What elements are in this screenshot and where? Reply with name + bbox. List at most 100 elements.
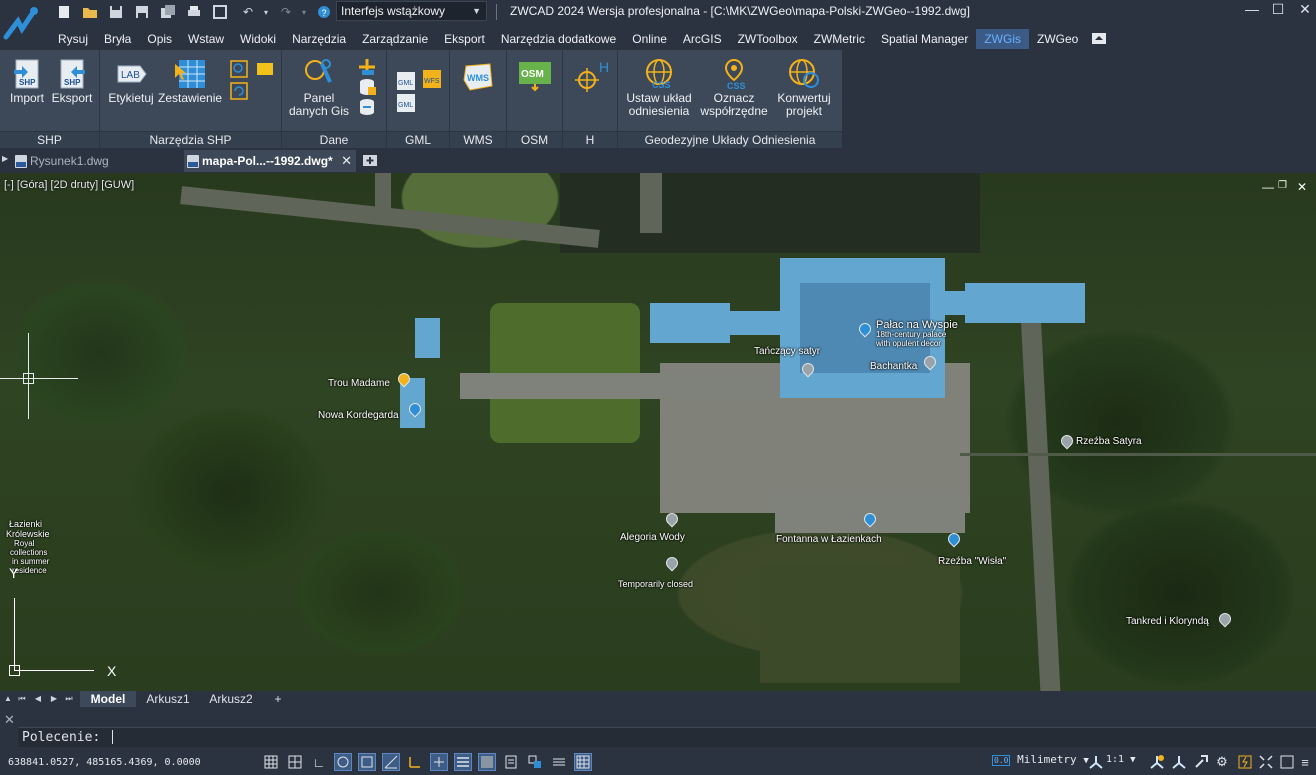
tab-model[interactable]: Model: [80, 691, 136, 707]
eksport-button[interactable]: SHP Eksport: [50, 58, 94, 105]
viewport-minimize-icon[interactable]: —: [1262, 180, 1274, 194]
annotation-scale-icon[interactable]: [1087, 753, 1105, 771]
menu-spatial-manager[interactable]: Spatial Manager: [873, 29, 976, 49]
menu-zwmetric[interactable]: ZWMetric: [806, 29, 873, 49]
clean-screen-icon[interactable]: [1278, 753, 1296, 771]
add-data-icon[interactable]: [358, 58, 376, 76]
settings-gear-icon[interactable]: ⚙: [1213, 753, 1231, 771]
customize-status-icon[interactable]: [574, 753, 592, 771]
oznacz-wspolrzedne-button[interactable]: CSS Oznacz współrzędne: [698, 58, 770, 118]
menu-zwgis[interactable]: ZWGis: [976, 29, 1029, 49]
undo-dropdown-icon[interactable]: ▾: [258, 4, 274, 20]
zoom-extents-icon[interactable]: [212, 4, 228, 20]
hardware-acceleration-icon[interactable]: [1236, 753, 1254, 771]
command-line[interactable]: Polecenie:: [18, 727, 1316, 747]
units-select[interactable]: 0.0 Milimetry ▼: [992, 753, 1089, 766]
gml-export-icon[interactable]: GML: [395, 92, 417, 114]
add-layout-button[interactable]: +: [264, 691, 292, 707]
workspace-select[interactable]: Interfejs wstążkowy ▼: [336, 1, 487, 21]
tab-arkusz2[interactable]: Arkusz2: [200, 691, 262, 707]
workspace-switch-icon[interactable]: [1192, 753, 1210, 771]
command-input-cursor[interactable]: [112, 730, 113, 744]
minimize-ribbon-icon[interactable]: [1092, 33, 1107, 44]
new-tab-icon[interactable]: [362, 153, 378, 167]
layout-scroll-up-icon[interactable]: ▲: [2, 693, 14, 705]
wfs-icon[interactable]: WFS: [421, 68, 443, 90]
object-snap-icon[interactable]: [358, 753, 376, 771]
panel-danych-gis-button[interactable]: Panel danych Gis: [286, 58, 352, 118]
close-command-icon[interactable]: ✕: [4, 712, 15, 728]
close-icon[interactable]: ✕: [1294, 0, 1316, 20]
konwertuj-projekt-button[interactable]: Konwertuj projekt: [772, 58, 836, 118]
save-all-icon[interactable]: [160, 4, 176, 20]
isolate-objects-icon[interactable]: [1257, 753, 1275, 771]
undo-icon[interactable]: ↶: [240, 4, 256, 20]
gml-import-icon[interactable]: GML: [395, 70, 417, 92]
object-snap-tracking-icon[interactable]: [382, 753, 400, 771]
menu-narzedzia-dodatkowe[interactable]: Narzędzia dodatkowe: [493, 29, 624, 49]
viewport-restore-icon[interactable]: ❐: [1278, 180, 1287, 191]
menu-bryla[interactable]: Bryła: [96, 29, 139, 49]
annotation-visibility-icon[interactable]: [1148, 753, 1166, 771]
menu-opis[interactable]: Opis: [139, 29, 180, 49]
tab-arkusz1[interactable]: Arkusz1: [138, 691, 198, 707]
lineweight-icon[interactable]: [454, 753, 472, 771]
redo-dropdown-icon[interactable]: ▾: [296, 4, 312, 20]
zwcad-logo-icon[interactable]: [2, 1, 46, 45]
menu-online[interactable]: Online: [624, 29, 675, 49]
etykietuj-button[interactable]: LAB Etykietuj: [106, 58, 156, 105]
annotation-scale-select[interactable]: 1:1 ▼: [1106, 754, 1136, 765]
refresh-selection-icon[interactable]: [230, 82, 248, 100]
last-layout-icon[interactable]: ⏭: [63, 693, 75, 705]
height-point-icon[interactable]: H: [571, 58, 611, 94]
next-layout-icon[interactable]: ▶: [48, 693, 60, 705]
first-layout-icon[interactable]: ⏮: [16, 693, 28, 705]
wms-icon[interactable]: WMS: [460, 62, 496, 92]
dynamic-input-icon[interactable]: [430, 753, 448, 771]
prev-layout-icon[interactable]: ◀: [32, 693, 44, 705]
database-icon[interactable]: [358, 78, 376, 96]
annotation-monitor-icon[interactable]: [550, 753, 568, 771]
menu-arcgis[interactable]: ArcGIS: [675, 29, 730, 49]
polar-tracking-icon[interactable]: [334, 753, 352, 771]
menu-narzedzia[interactable]: Narzędzia: [284, 29, 354, 49]
open-folder-icon[interactable]: [82, 4, 98, 20]
close-tab-icon[interactable]: ✕: [341, 150, 352, 172]
transparency-icon[interactable]: [478, 753, 496, 771]
help-icon[interactable]: ?: [316, 4, 332, 20]
new-file-icon[interactable]: [56, 4, 72, 20]
save-icon[interactable]: [108, 4, 124, 20]
selection-cycling-icon[interactable]: [526, 753, 544, 771]
osm-icon[interactable]: OSM: [517, 60, 553, 92]
tab-rysunek1[interactable]: Rysunek1.dwg: [12, 150, 182, 172]
drawing-canvas[interactable]: [-] [Góra] [2D druty] [GUW] — ❐ ✕ Trou M…: [0, 173, 1316, 691]
minimize-icon[interactable]: —: [1241, 0, 1263, 20]
viewport-close-icon[interactable]: ✕: [1297, 180, 1307, 194]
snap-grid-icon[interactable]: [262, 753, 280, 771]
save-as-icon[interactable]: [134, 4, 150, 20]
status-menu-icon[interactable]: ≡: [1296, 753, 1314, 771]
highlight-icon[interactable]: [256, 60, 274, 78]
menu-wstaw[interactable]: Wstaw: [180, 29, 232, 49]
menu-eksport[interactable]: Eksport: [436, 29, 493, 49]
menu-widoki[interactable]: Widoki: [232, 29, 284, 49]
menu-zarzadzanie[interactable]: Zarządzanie: [354, 29, 436, 49]
tabs-menu-icon[interactable]: ▶: [2, 154, 8, 163]
menu-rysuj[interactable]: Rysuj: [50, 29, 96, 49]
grid-display-icon[interactable]: [286, 753, 304, 771]
zestawienie-button[interactable]: Zestawienie: [158, 58, 222, 105]
tab-mapa-polski[interactable]: mapa-Pol...--1992.dwg* ✕: [184, 150, 356, 172]
menu-zwtoolbox[interactable]: ZWToolbox: [730, 29, 806, 49]
database-link-icon[interactable]: [358, 98, 376, 116]
zoom-object-icon[interactable]: [230, 60, 248, 78]
menu-zwgeo[interactable]: ZWGeo: [1029, 29, 1086, 49]
maximize-icon[interactable]: ☐: [1267, 0, 1289, 20]
ortho-icon[interactable]: ∟: [310, 753, 328, 771]
quick-properties-icon[interactable]: [502, 753, 520, 771]
auto-scale-icon[interactable]: [1170, 753, 1188, 771]
dynamic-ucs-icon[interactable]: [406, 753, 424, 771]
ustaw-uklad-button[interactable]: CSS Ustaw układ odniesienia: [622, 58, 696, 118]
import-button[interactable]: SHP Import: [6, 58, 48, 105]
coordinates-readout[interactable]: 638841.0527, 485165.4369, 0.0000: [8, 757, 201, 768]
viewport-label[interactable]: [-] [Góra] [2D druty] [GUW]: [4, 179, 134, 191]
